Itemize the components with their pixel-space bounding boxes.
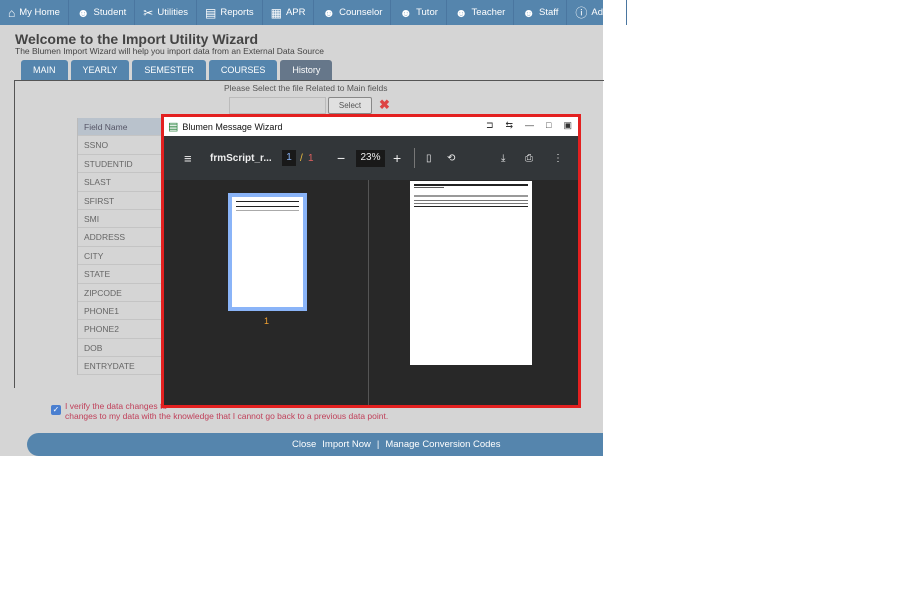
more-options-icon[interactable]: ⋮ <box>553 153 563 164</box>
tab-history[interactable]: History <box>280 60 333 80</box>
tab-main[interactable]: MAIN <box>21 60 68 80</box>
app: ⌂ My Home ☻ Student ✂ Utilities ▤ Reports ▦ APR ☻ C… <box>0 0 628 456</box>
page-title: Welcome to the Import Utility Wizard <box>15 31 259 47</box>
window-controls: ⊐ ⇆ — □ ▣ <box>486 120 572 131</box>
nav-staff[interactable]: ☻ Staff <box>514 0 568 25</box>
field-table: Field Name SSNO STUDENTID SLAST SFIRST SMI AD… <box>77 118 167 376</box>
nav-apr[interactable]: ▦ APR <box>263 0 315 25</box>
nav-label: Reports <box>220 7 254 18</box>
file-prompt: Please Select the file Related to Main f… <box>224 83 388 93</box>
print-icon[interactable]: ⎙ <box>525 153 533 164</box>
nav-label: Admin <box>591 7 619 18</box>
pin-icon[interactable]: ⊐ <box>486 120 494 131</box>
minimize-icon[interactable]: — <box>525 120 534 131</box>
table-row: SLAST <box>78 173 167 192</box>
import-now-link[interactable]: Import Now <box>322 439 371 450</box>
home-icon: ⌂ <box>8 5 16 20</box>
nav-label: My Home <box>19 7 60 18</box>
counselor-icon: ☻ <box>322 5 336 20</box>
fit-page-icon[interactable]: ▯ <box>426 153 432 164</box>
table-row: ZIPCODE <box>78 284 167 302</box>
tools-icon: ✂ <box>143 5 154 20</box>
table-row: STUDENTID <box>78 155 167 174</box>
page-subtitle: The Blumen Import Wizard will help you i… <box>15 46 324 56</box>
pdf-page <box>410 181 532 365</box>
page-thumbnail[interactable] <box>228 193 307 311</box>
tabs: MAIN YEARLY SEMESTER COURSES History <box>21 60 333 80</box>
apr-icon: ▦ <box>270 5 282 20</box>
nav-label: Staff <box>539 7 559 18</box>
page-input[interactable]: 1 <box>282 150 296 166</box>
pdf-filename: frmScript_r... <box>210 152 272 164</box>
message-wizard-dialog: ▤ Blumen Message Wizard ⊐ ⇆ — □ ▣ ≡ frmS… <box>161 114 581 408</box>
table-row: SMI <box>78 210 167 229</box>
nav-reports[interactable]: ▤ Reports <box>197 0 263 25</box>
tab-semester[interactable]: SEMESTER <box>132 60 206 80</box>
thumbnail-page-number: 1 <box>264 316 270 326</box>
nav-tutor[interactable]: ☻ Tutor <box>391 0 447 25</box>
tab-courses[interactable]: COURSES <box>208 60 278 80</box>
table-row: SSNO <box>78 136 167 155</box>
pdf-viewer: 1 <box>164 180 578 405</box>
close-icon[interactable]: ▣ <box>563 120 572 131</box>
sidebar-divider <box>368 180 369 405</box>
top-nav: ⌂ My Home ☻ Student ✂ Utilities ▤ Reports ▦ APR ☻ C… <box>0 0 628 25</box>
nav-label: Utilities <box>157 7 188 18</box>
table-row: CITY <box>78 247 167 266</box>
table-row: PHONE1 <box>78 302 167 321</box>
verify-text-line2: changes to my data with the knowledge th… <box>65 411 389 421</box>
student-icon: ☻ <box>76 5 90 20</box>
table-row: ADDRESS <box>78 228 167 247</box>
nav-label: Tutor <box>416 7 438 18</box>
nav-utilities[interactable]: ✂ Utilities <box>135 0 197 25</box>
nav-my-home[interactable]: ⌂ My Home <box>0 0 69 25</box>
nav-counselor[interactable]: ☻ Counselor <box>314 0 392 25</box>
zoom-out-icon[interactable]: − <box>337 150 345 166</box>
pdf-toolbar: ≡ frmScript_r... 1 / 1 − 23% + ▯ ⟲ ⤓ ⎙ ⋮ <box>164 136 578 180</box>
close-link[interactable]: Close <box>292 439 316 450</box>
maximize-icon[interactable]: □ <box>546 120 551 131</box>
nav-teacher[interactable]: ☻ Teacher <box>447 0 515 25</box>
table-row: ENTRYDATE <box>78 357 167 376</box>
zoom-in-icon[interactable]: + <box>393 150 401 166</box>
toolbar-divider <box>414 148 415 168</box>
staff-icon: ☻ <box>522 5 535 20</box>
separator: | <box>376 439 380 450</box>
admin-icon: ⓘ <box>575 6 588 20</box>
table-row: STATE <box>78 265 167 284</box>
table-row: SFIRST <box>78 192 167 210</box>
download-icon[interactable]: ⤓ <box>501 153 505 164</box>
reports-icon: ▤ <box>204 5 217 20</box>
nav-student[interactable]: ☻ Student <box>69 0 136 25</box>
nav-label: APR <box>285 7 306 18</box>
rotate-icon[interactable]: ⟲ <box>447 153 455 164</box>
dialog-title: Blumen Message Wizard <box>182 121 283 132</box>
zoom-input[interactable]: 23% <box>356 150 385 167</box>
app-icon: ▤ <box>168 121 179 133</box>
nav-label: Counselor <box>339 7 383 18</box>
page-separator: / <box>300 152 303 164</box>
verify-checkbox[interactable]: ✓ <box>51 405 61 415</box>
clear-file-icon[interactable]: ✖ <box>379 97 390 113</box>
select-button[interactable]: Select <box>328 97 372 114</box>
menu-icon[interactable]: ≡ <box>184 151 192 166</box>
tutor-icon: ☻ <box>399 5 413 20</box>
footer-bar: Close Import Now | Manage Conversion Cod… <box>27 433 603 456</box>
field-table-header: Field Name <box>78 118 167 137</box>
page-count: 1 <box>308 152 314 164</box>
table-row: PHONE2 <box>78 320 167 339</box>
table-row: DOB <box>78 339 167 358</box>
nav-label: Student <box>93 7 127 18</box>
manage-conversion-codes-link[interactable]: Manage Conversion Codes <box>385 439 500 450</box>
nav-admin[interactable]: ⓘ Admin <box>567 0 628 25</box>
file-input[interactable] <box>229 97 326 114</box>
restore-icon[interactable]: ⇆ <box>506 120 514 131</box>
tab-yearly[interactable]: YEARLY <box>70 60 130 80</box>
teacher-icon: ☻ <box>454 5 468 20</box>
nav-label: Teacher <box>471 7 506 18</box>
